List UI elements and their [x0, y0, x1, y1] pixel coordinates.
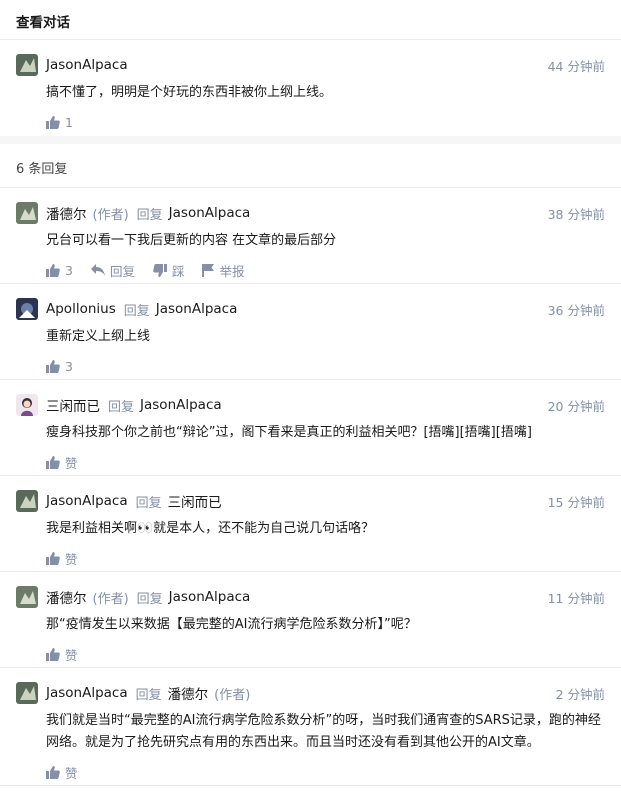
reply-target[interactable]: JasonAlpaca: [169, 205, 251, 221]
avatar[interactable]: [16, 394, 38, 416]
reply-comment: 三闲而已 回复 JasonAlpaca 20 分钟前 瘦身科技那个你之前也“辩论…: [0, 380, 621, 476]
thumbs-up-icon: [46, 551, 60, 565]
target-author-tag: (作者): [214, 687, 251, 703]
comment-author[interactable]: JasonAlpaca: [46, 57, 128, 73]
comment-content: 那“疫情发生以来数据【最完整的AI流行病学危险系数分析】”呢？: [46, 617, 417, 632]
comment-content: 瘦身科技那个你之前也“辩论”过，阁下看来是真正的利益相关吧？[捂嘴][捂嘴][捂…: [46, 425, 532, 440]
reply-target[interactable]: JasonAlpaca: [156, 301, 238, 317]
like-count: 3: [65, 262, 73, 278]
like-button[interactable]: 赞: [46, 453, 78, 472]
comment-author[interactable]: 三闲而已: [46, 395, 100, 415]
flag-icon: [202, 263, 215, 277]
dislike-button[interactable]: 踩: [153, 261, 185, 280]
section-divider: [0, 136, 621, 144]
like-button[interactable]: 赞: [46, 763, 78, 782]
like-count: 3: [65, 358, 73, 374]
comment-time: 11 分钟前: [547, 590, 605, 606]
reply-comment: JasonAlpaca 回复 三闲而已 15 分钟前 我是利益相关啊👀就是本人，…: [0, 476, 621, 572]
reply-target[interactable]: JasonAlpaca: [169, 589, 251, 605]
comment-time: 20 分钟前: [547, 398, 605, 414]
report-label: 举报: [219, 263, 245, 279]
comment-time: 2 分钟前: [555, 686, 605, 702]
reply-indicator: 回复: [135, 495, 162, 511]
comment-author[interactable]: 潘德尔: [46, 203, 87, 223]
page-title: 查看对话: [16, 15, 70, 31]
reply-comment: JasonAlpaca 回复 潘德尔 (作者) 2 分钟前 我们就是当时“最完整…: [0, 668, 621, 786]
author-tag: (作者): [92, 207, 129, 223]
thumbs-up-icon: [46, 115, 60, 129]
reply-indicator: 回复: [136, 207, 163, 223]
thumbs-up-icon: [46, 359, 60, 373]
reply-comment: 潘德尔 (作者) 回复 JasonAlpaca 11 分钟前 那“疫情发生以来数…: [0, 572, 621, 668]
comment-content: 搞不懂了，明明是个好玩的东西非被你上纲上线。: [46, 85, 333, 100]
avatar[interactable]: [16, 202, 38, 224]
avatar[interactable]: [16, 490, 38, 512]
comment-author[interactable]: 潘德尔: [46, 587, 87, 607]
like-count: 赞: [65, 765, 78, 781]
reply-label: 回复: [109, 263, 135, 279]
comment-author[interactable]: Apollonius: [46, 301, 116, 317]
reply-indicator: 回复: [135, 687, 162, 703]
comment-content: 兄台可以看一下我后更新的内容 在文章的最后部分: [46, 233, 337, 248]
reply-count: 6 条回复: [16, 162, 68, 177]
like-button[interactable]: 3: [46, 359, 73, 374]
root-comment: JasonAlpaca 44 分钟前 搞不懂了，明明是个好玩的东西非被你上纲上线…: [0, 40, 621, 136]
like-button[interactable]: 1: [46, 115, 73, 130]
thumbs-up-icon: [46, 263, 60, 277]
like-count: 1: [65, 114, 73, 130]
like-button[interactable]: 赞: [46, 549, 78, 568]
conversation-header: 查看对话: [0, 0, 621, 40]
comment-time: 38 分钟前: [547, 206, 605, 222]
thumbs-up-icon: [46, 647, 60, 661]
like-button[interactable]: 赞: [46, 645, 78, 664]
like-button[interactable]: 3: [46, 263, 73, 278]
avatar[interactable]: [16, 682, 38, 704]
comment-content: 重新定义上纲上线: [46, 329, 151, 344]
reply-indicator: 回复: [136, 591, 163, 607]
comment-time: 36 分钟前: [547, 302, 605, 318]
reply-target[interactable]: JasonAlpaca: [140, 397, 222, 413]
comment-author[interactable]: JasonAlpaca: [46, 493, 128, 509]
dislike-label: 踩: [171, 263, 185, 279]
reply-comment: 潘德尔 (作者) 回复 JasonAlpaca 38 分钟前 兄台可以看一下我后…: [0, 188, 621, 284]
like-count: 赞: [65, 455, 78, 471]
avatar[interactable]: [16, 54, 38, 76]
reply-target[interactable]: 三闲而已: [168, 491, 222, 511]
avatar[interactable]: [16, 298, 38, 320]
comment-content: 我是利益相关啊👀就是本人，还不能为自己说几句话咯？: [46, 521, 375, 536]
reply-comment: Apollonius 回复 JasonAlpaca 36 分钟前 重新定义上纲上…: [0, 284, 621, 380]
reply-arrow-icon: [90, 264, 105, 276]
reply-target[interactable]: 潘德尔: [168, 683, 209, 703]
like-count: 赞: [65, 551, 78, 567]
comment-content: 我们就是当时“最完整的AI流行病学危险系数分析”的呀，当时我们通宵查的SARS记…: [46, 713, 601, 750]
reply-list: 潘德尔 (作者) 回复 JasonAlpaca 38 分钟前 兄台可以看一下我后…: [0, 188, 621, 786]
report-button[interactable]: 举报: [202, 261, 245, 280]
reply-indicator: 回复: [108, 399, 135, 415]
avatar[interactable]: [16, 586, 38, 608]
thumbs-up-icon: [46, 765, 60, 779]
reply-button[interactable]: 回复: [90, 261, 135, 280]
comment-time: 15 分钟前: [547, 494, 605, 510]
reply-indicator: 回复: [123, 303, 150, 319]
like-count: 赞: [65, 647, 78, 663]
thumbs-down-icon: [153, 263, 167, 277]
reply-count-bar: 6 条回复: [0, 144, 621, 188]
author-tag: (作者): [92, 591, 129, 607]
thumbs-up-icon: [46, 455, 60, 469]
comment-time: 44 分钟前: [547, 58, 605, 74]
comment-author[interactable]: JasonAlpaca: [46, 685, 128, 701]
